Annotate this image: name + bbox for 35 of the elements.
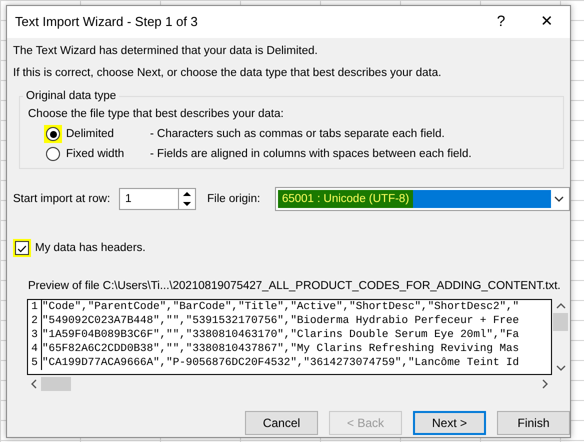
close-button[interactable]: ✕: [524, 14, 570, 30]
window-title: Text Import Wizard - Step 1 of 3: [15, 15, 199, 29]
group-prompt: Choose the file type that best describes your data:: [28, 107, 285, 121]
radio-button[interactable]: [46, 147, 60, 161]
dialog-button[interactable]: Next >: [413, 411, 486, 435]
option-label: Delimited: [66, 127, 115, 141]
preview-label: Preview of file C:\Users\Ti...\20210819075427_ALL_PRODUCT_CODES_FOR_ADDING_CONTENT.txt.: [28, 279, 562, 293]
file-origin-dropdown[interactable]: 65001 : Unicode (UTF-8): [274, 187, 570, 211]
option-description: - Fields are aligned in columns with spaces between each field.: [150, 147, 472, 161]
checkbox-label: My data has headers.: [35, 241, 146, 255]
line-number: 4: [28, 342, 42, 356]
dialog-button[interactable]: Finish: [497, 411, 570, 435]
field-label: Start import at row:: [13, 192, 110, 206]
line-number: 1: [28, 300, 42, 314]
dialog-button[interactable]: Cancel: [245, 411, 318, 435]
option-description: - Characters such as commas or tabs separate each field.: [150, 127, 445, 141]
field-label: File origin:: [207, 192, 262, 206]
line-number: 2: [28, 314, 42, 328]
row-number-field[interactable]: 1: [119, 188, 178, 210]
dropdown-value: 65001 : Unicode (UTF-8): [278, 190, 414, 208]
help-button[interactable]: ?: [478, 14, 524, 30]
scroll-thumb[interactable]: [41, 376, 71, 390]
intro-text: The Text Wizard has determined that your data is Delimited.: [13, 44, 319, 58]
line-number: 3: [28, 328, 42, 342]
line-number: 5: [28, 356, 42, 370]
option-label: Fixed width: [66, 147, 126, 161]
preview-line: "65F82A6C2CDD0B38","","3380810437867","My Clarins Refreshing Reviving Mas: [42, 342, 520, 356]
spin-buttons[interactable]: [178, 188, 196, 210]
preview-line: "1A59F04B089B3C6F","","3380810463170","Clarins Double Serum Eye 20ml","Fa: [42, 328, 520, 342]
group-legend: Original data type: [23, 90, 120, 102]
preview-line: "Code","ParentCode","BarCode","Title","Active","ShortDesc","ShortDesc2",": [42, 300, 520, 314]
scroll-thumb[interactable]: [553, 313, 568, 331]
preview-line: "CA199D77ACA9666A","P-9056876DC20F4532","3614273074759","Lancôme Teint Id: [42, 356, 520, 370]
intro-text: If this is correct, choose Next, or choose the data type that best describes your data.: [13, 66, 442, 80]
preview-line: "549092C023A7B448","","5391532170756","Bioderma Hydrabio Perfeceur + Free: [42, 314, 520, 328]
